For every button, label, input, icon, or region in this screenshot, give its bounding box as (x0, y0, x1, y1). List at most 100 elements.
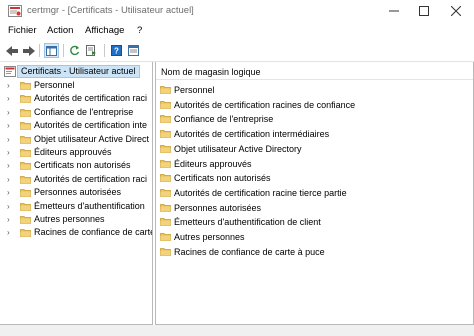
expand-chevron-icon[interactable]: › (7, 119, 15, 132)
list-item[interactable]: Personnes autorisées (156, 201, 473, 215)
list-item[interactable]: Certificats non autorisés (156, 171, 473, 185)
folder-icon (160, 188, 171, 197)
list-item-label: Autorités de certification intermédiaire… (174, 129, 330, 140)
expand-chevron-icon[interactable]: › (7, 92, 15, 105)
tree-item-label: Confiance de l'entreprise (34, 106, 134, 117)
tree-item-label: Racines de confiance de carte (34, 227, 153, 238)
folder-icon (20, 162, 31, 171)
folder-icon (20, 149, 31, 157)
expand-chevron-icon[interactable]: › (7, 173, 15, 186)
back-button[interactable] (4, 43, 19, 58)
help-button[interactable]: ? (109, 43, 124, 58)
folder-icon (20, 135, 31, 144)
tree-item[interactable]: › Autorités de certification inte (0, 119, 152, 132)
expand-chevron-icon[interactable]: › (7, 159, 15, 172)
window-title: certmgr - [Certificats - Utilisateur act… (27, 5, 194, 16)
list-item[interactable]: Personnel (156, 83, 473, 97)
list-item-label: Autres personnes (174, 232, 245, 242)
tree-item[interactable]: › Confiance de l'entreprise (0, 106, 152, 119)
properties-button[interactable] (126, 43, 141, 58)
folder-icon (160, 218, 171, 227)
expand-chevron-icon[interactable]: › (7, 133, 15, 146)
folder-icon (160, 86, 171, 94)
minimize-button[interactable] (378, 0, 410, 22)
svg-text:?: ? (114, 47, 119, 56)
tree-item[interactable]: › Personnel (0, 79, 152, 92)
list-item[interactable]: Autorités de certification racines de co… (156, 98, 473, 112)
expand-chevron-icon[interactable]: › (7, 106, 15, 119)
tree-item[interactable]: › Racines de confiance de carte (0, 226, 152, 239)
console-tree-pane[interactable]: Certificats - Utilisateur actuel › Person… (0, 62, 153, 325)
expand-chevron-icon[interactable]: › (7, 79, 15, 92)
list-item[interactable]: Émetteurs d'authentification de client (156, 215, 473, 229)
folder-icon (20, 122, 31, 131)
expand-chevron-icon[interactable]: › (7, 226, 15, 239)
close-button[interactable] (440, 0, 472, 22)
tree-item-label: Autorités de certification raci (34, 173, 148, 184)
tree-root-label: Certificats - Utilisateur actuel (17, 65, 140, 78)
list-item-label: Autorités de certification racine tierce… (174, 187, 347, 198)
list-item[interactable]: Racines de confiance de carte à puce (156, 245, 473, 259)
certificate-store-icon (4, 66, 16, 77)
tree-item[interactable]: › Personnes autorisées (0, 186, 152, 199)
list-item[interactable]: Autorités de certification intermédiaire… (156, 127, 473, 141)
tree-item[interactable]: › Autorités de certification raci (0, 92, 152, 105)
tree-item[interactable]: › Autorités de certification raci (0, 173, 152, 186)
folder-icon (20, 108, 31, 117)
list-item-label: Émetteurs d'authentification de client (174, 217, 321, 228)
list-item[interactable]: Confiance de l'entreprise (156, 112, 473, 126)
expand-chevron-icon[interactable]: › (7, 213, 15, 226)
menu-action[interactable]: Action (47, 25, 73, 36)
close-icon (451, 6, 461, 16)
folder-icon (20, 202, 31, 211)
console-tree-icon (46, 45, 57, 56)
status-bar (0, 325, 474, 336)
column-header-label: Nom de magasin logique (161, 67, 261, 77)
list-item[interactable]: Éditeurs approuvés (156, 157, 473, 171)
tree-item[interactable]: › Éditeurs approuvés (0, 146, 152, 159)
menu-bar: Fichier Action Affichage ? (0, 24, 474, 39)
list-item[interactable]: Autres personnes (156, 230, 473, 244)
list-item-label: Racines de confiance de carte à puce (174, 246, 325, 257)
tree-item[interactable]: › Émetteurs d'authentification (0, 200, 152, 213)
folder-icon (20, 82, 31, 90)
menu-affichage[interactable]: Affichage (85, 25, 124, 36)
folder-icon (160, 144, 171, 153)
tree-item-label: Éditeurs approuvés (34, 147, 112, 157)
expand-chevron-icon[interactable]: › (7, 146, 15, 159)
list-item-label: Personnes autorisées (174, 202, 262, 213)
export-list-button[interactable] (84, 43, 99, 58)
refresh-icon (70, 45, 80, 56)
title-bar: certmgr - [Certificats - Utilisateur act… (0, 0, 474, 22)
tree-item-label: Autres personnes (34, 214, 105, 224)
tree-item-label: Autorités de certification inte (34, 120, 148, 131)
folder-icon (20, 95, 31, 104)
list-item-label: Certificats non autorisés (174, 173, 271, 184)
help-icon: ? (111, 45, 122, 56)
list-item[interactable]: Objet utilisateur Active Directory (156, 142, 473, 156)
tree-item-label: Personnel (34, 80, 75, 90)
folder-icon (160, 115, 171, 124)
tree-item[interactable]: › Certificats non autorisés (0, 159, 152, 172)
list-item-label: Confiance de l'entreprise (174, 114, 274, 125)
forward-arrow-icon (22, 45, 35, 56)
list-item-label: Autorités de certification racines de co… (174, 99, 356, 110)
forward-button[interactable] (21, 43, 36, 58)
refresh-button[interactable] (67, 43, 82, 58)
tree-item[interactable]: › Objet utilisateur Active Direct (0, 133, 152, 146)
list-item-label: Personnel (174, 85, 215, 95)
column-header[interactable]: Nom de magasin logique (156, 65, 473, 80)
folder-icon (160, 233, 171, 241)
details-pane[interactable]: Nom de magasin logique Personnel Autorité… (155, 62, 474, 325)
expand-chevron-icon[interactable]: › (7, 186, 15, 199)
export-list-icon (86, 45, 96, 56)
show-hide-console-tree-button[interactable] (44, 43, 59, 58)
list-item[interactable]: Autorités de certification racine tierce… (156, 186, 473, 200)
toolbar-separator (39, 44, 40, 57)
menu-fichier[interactable]: Fichier (8, 25, 37, 36)
maximize-button[interactable] (408, 0, 440, 22)
menu-help[interactable]: ? (137, 25, 142, 36)
expand-chevron-icon[interactable]: › (7, 200, 15, 213)
tree-item[interactable]: › Autres personnes (0, 213, 152, 226)
tree-item-label: Personnes autorisées (34, 187, 122, 198)
